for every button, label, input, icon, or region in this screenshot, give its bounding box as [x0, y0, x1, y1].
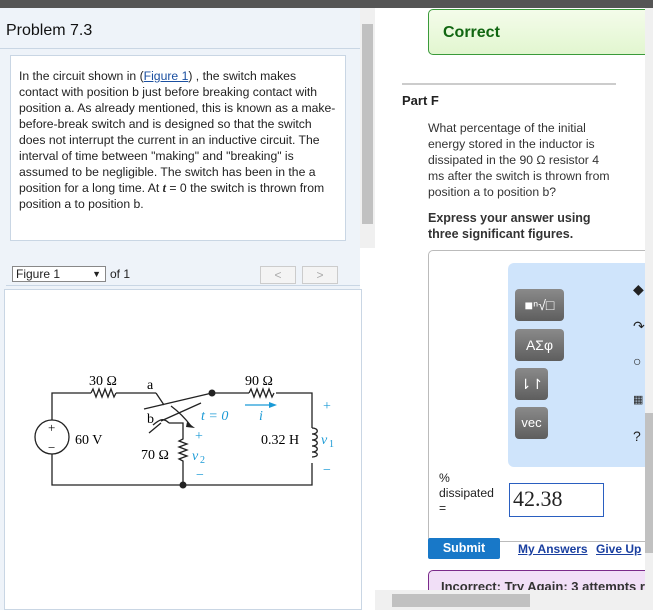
redo-icon[interactable]: ↷: [633, 318, 645, 335]
left-scrollbar[interactable]: [360, 8, 375, 248]
label-t0: t = 0: [201, 409, 228, 424]
label-a: a: [147, 378, 154, 393]
label-60-v: 60 V: [75, 433, 102, 448]
answer-pane: Correct Part F What percentage of the in…: [375, 8, 653, 600]
figure-area: + − 30 Ω a b 90 Ω 60 V 70 Ω 0.32 H t = 0…: [4, 289, 362, 610]
label-v1-sub: 1: [329, 439, 334, 450]
dropdown-arrow-icon: ▼: [92, 269, 101, 279]
help-icon[interactable]: ?: [633, 428, 641, 444]
math-toolbar: ■ⁿ√□ ΑΣφ ⇂↾ vec ◆ ↷ ○ ▦ ?: [508, 263, 653, 467]
problem-pane: Problem 7.3 In the circuit shown in (Fig…: [0, 8, 362, 610]
part-question: What percentage of the initial energy st…: [428, 121, 610, 199]
divider: [402, 83, 616, 85]
answer-label: % dissipated =: [439, 471, 494, 516]
left-scrollbar-thumb[interactable]: [362, 24, 373, 224]
switch-b-contact: [152, 419, 170, 426]
problem-title: Problem 7.3: [6, 22, 93, 39]
prev-figure-button[interactable]: <: [260, 266, 296, 284]
intro-text: In the circuit shown in (: [19, 69, 144, 83]
arrows-button[interactable]: ⇂↾: [515, 368, 548, 400]
figure-select-value: Figure 1: [16, 267, 61, 281]
resistor-30: [90, 387, 117, 399]
right-scrollbar-thumb[interactable]: [645, 413, 653, 553]
intro-text: ) , the switch makes contact with positi…: [19, 69, 336, 195]
divider: [0, 48, 360, 49]
circuit-diagram: + − 30 Ω a b 90 Ω 60 V 70 Ω 0.32 H t = 0…: [34, 374, 334, 489]
label-v1: v: [321, 433, 328, 448]
label-30-ohm: 30 Ω: [89, 374, 117, 389]
inductor: [311, 427, 318, 458]
submit-button[interactable]: Submit: [428, 538, 500, 559]
window-top-bar: [0, 0, 653, 8]
correct-banner: Correct: [428, 9, 653, 55]
figure-count: of 1: [110, 267, 131, 281]
horizontal-scrollbar[interactable]: [375, 590, 653, 610]
horizontal-scrollbar-thumb[interactable]: [392, 594, 530, 607]
label-i: i: [259, 409, 263, 424]
v1-plus: +: [323, 399, 331, 414]
reset-icon[interactable]: ○: [633, 353, 641, 369]
problem-intro: In the circuit shown in (Figure 1) , the…: [10, 55, 346, 241]
label-v2: v: [192, 449, 199, 464]
label-70-ohm: 70 Ω: [141, 448, 169, 463]
give-up-link[interactable]: Give Up: [596, 542, 641, 556]
next-figure-button[interactable]: >: [302, 266, 338, 284]
vector-button[interactable]: vec: [515, 407, 548, 439]
answer-label-3: =: [439, 501, 447, 515]
answer-box: ■ⁿ√□ ΑΣφ ⇂↾ vec ◆ ↷ ○ ▦ ? % dissipated = 4…: [428, 250, 653, 542]
label-90-ohm: 90 Ω: [245, 374, 273, 389]
figure-toolbar: Figure 1 ▼ of 1 < >: [6, 264, 360, 286]
part-label: Part F: [402, 93, 439, 108]
source-plus: +: [48, 420, 55, 435]
templates-button[interactable]: ■ⁿ√□: [515, 289, 564, 321]
answer-label-1: %: [439, 471, 450, 485]
v2-minus: −: [196, 468, 204, 483]
label-0-32-h: 0.32 H: [261, 433, 299, 448]
answer-input[interactable]: 42.38: [509, 483, 604, 517]
answer-label-2: dissipated: [439, 486, 494, 500]
figure-link[interactable]: Figure 1: [144, 69, 189, 83]
greek-symbols-button[interactable]: ΑΣφ: [515, 329, 564, 361]
resistor-90: [248, 387, 275, 399]
v1-minus: −: [323, 463, 331, 478]
label-b: b: [147, 412, 154, 427]
keyboard-icon[interactable]: ▦: [633, 393, 643, 406]
label-v2-sub: 2: [200, 455, 205, 466]
undo-icon[interactable]: ◆: [633, 281, 644, 298]
figure-select[interactable]: Figure 1 ▼: [12, 266, 106, 282]
my-answers-link[interactable]: My Answers: [518, 542, 588, 556]
right-scrollbar[interactable]: [645, 8, 653, 590]
resistor-70: [169, 422, 189, 485]
v2-plus: +: [195, 429, 203, 444]
part-instruction: Express your answer using three signific…: [428, 211, 591, 241]
source-minus: −: [48, 440, 55, 455]
